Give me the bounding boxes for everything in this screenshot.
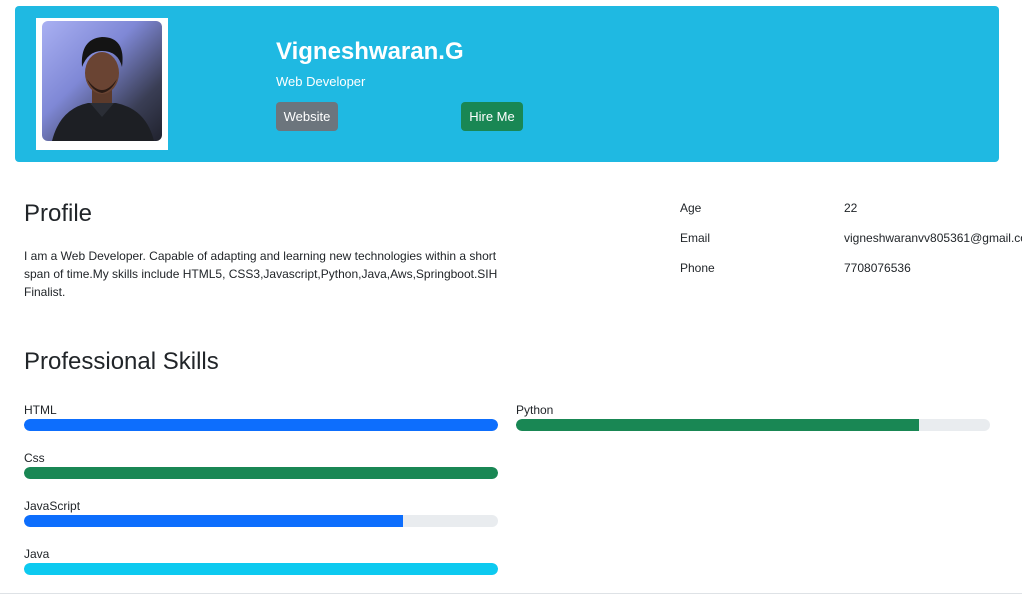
skill-label: Python bbox=[516, 403, 554, 417]
skill-progress-track bbox=[24, 467, 498, 479]
detail-value: 22 bbox=[844, 201, 858, 215]
skill-progress-bar bbox=[24, 563, 498, 575]
profile-name: Vigneshwaran.G bbox=[276, 38, 464, 65]
skill-progress-track bbox=[24, 515, 498, 527]
detail-label: Email bbox=[680, 231, 711, 245]
profile-heading: Profile bbox=[24, 200, 93, 227]
skill-progress-bar bbox=[24, 515, 404, 527]
portfolio-page: Vigneshwaran.G Web Developer Website Hir… bbox=[0, 0, 1022, 599]
skill-label: Java bbox=[24, 547, 50, 561]
skills-heading: Professional Skills bbox=[24, 348, 219, 375]
profile-photo bbox=[42, 21, 162, 141]
page-divider bbox=[0, 593, 1022, 594]
skill-progress-bar bbox=[24, 419, 498, 431]
profile-description: I am a Web Developer. Capable of adaptin… bbox=[24, 249, 498, 299]
detail-value: 7708076536 bbox=[844, 261, 911, 275]
skill-java: Java bbox=[24, 547, 498, 575]
skill-html: HTML bbox=[24, 403, 498, 431]
skill-python: Python bbox=[516, 403, 990, 431]
detail-label: Age bbox=[680, 201, 702, 215]
website-button[interactable]: Website bbox=[276, 102, 338, 131]
skill-javascript: JavaScript bbox=[24, 499, 498, 527]
profile-photo-frame bbox=[36, 18, 168, 150]
skill-css: Css bbox=[24, 451, 498, 479]
skill-label: HTML bbox=[24, 403, 57, 417]
skill-progress-bar bbox=[516, 419, 919, 431]
profile-header: Vigneshwaran.G Web Developer Website Hir… bbox=[15, 6, 999, 162]
skill-progress-track bbox=[24, 419, 498, 431]
skill-progress-track bbox=[516, 419, 990, 431]
hire-me-button[interactable]: Hire Me bbox=[461, 102, 523, 131]
skill-progress-track bbox=[24, 563, 498, 575]
skill-label: JavaScript bbox=[24, 499, 81, 513]
detail-value: vigneshwaranvv805361@gmail.com bbox=[844, 231, 1022, 245]
skill-progress-bar bbox=[24, 467, 498, 479]
profile-role: Web Developer bbox=[276, 74, 366, 89]
skill-label: Css bbox=[24, 451, 45, 465]
person-avatar-icon bbox=[52, 37, 154, 141]
detail-label: Phone bbox=[680, 261, 715, 275]
